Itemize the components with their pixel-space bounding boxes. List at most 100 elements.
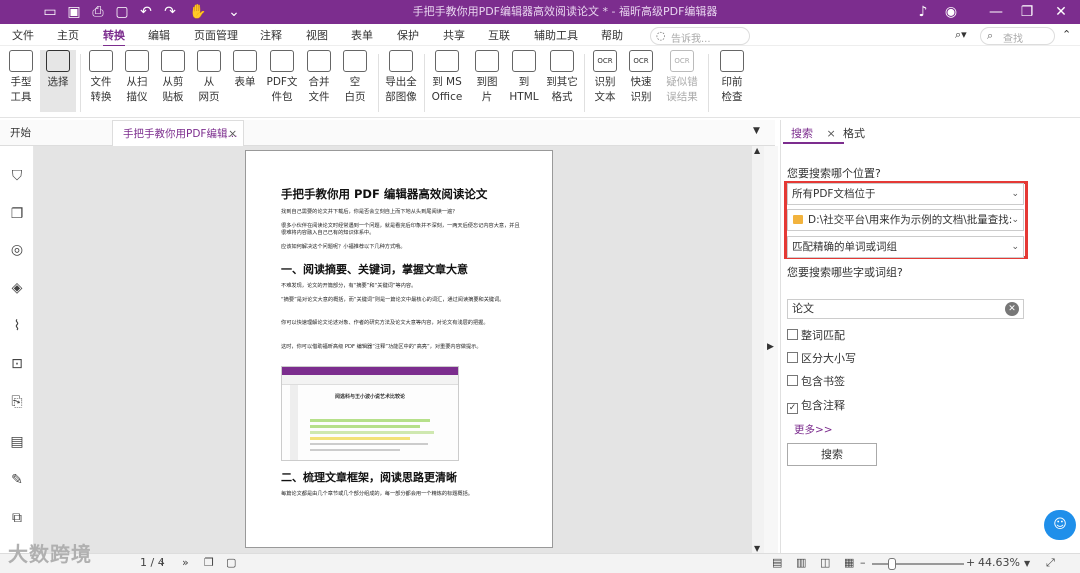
hand-tool-button[interactable]: 手型 工具 [4, 50, 38, 105]
page-insert-icon[interactable]: ▢ [226, 556, 236, 569]
find-input[interactable]: ⌕ 查找 [980, 27, 1055, 45]
continuous-view-icon[interactable]: ▥ [796, 556, 806, 569]
option-whole-word[interactable]: 整词匹配 [787, 327, 845, 343]
page-copy-icon[interactable]: ❐ [204, 556, 214, 569]
restore-icon[interactable]: ❐ [1016, 2, 1038, 22]
comments-icon[interactable]: ◎ [9, 242, 25, 258]
tell-me-search[interactable]: ◌ 告诉我... [650, 27, 750, 45]
pen-icon[interactable]: ✎ [9, 472, 25, 488]
menu-comment[interactable]: 注释 [260, 27, 282, 43]
option-include-bookmarks[interactable]: 包含书签 [787, 373, 845, 389]
customize-chevron-icon[interactable]: ⌄ [224, 3, 244, 21]
menu-file[interactable]: 文件 [12, 27, 34, 43]
account-icon[interactable]: ◉ [940, 2, 962, 22]
more-options-link[interactable]: 更多>> [794, 422, 833, 437]
redo-icon[interactable]: ↷ [160, 3, 180, 21]
undo-icon[interactable]: ↶ [136, 3, 156, 21]
zoom-level[interactable]: 44.63% [978, 556, 1020, 569]
menu-help[interactable]: 帮助 [601, 27, 623, 43]
hand-tool-quick-icon[interactable]: ✋ [188, 3, 208, 21]
zoom-in-icon[interactable]: + [966, 556, 975, 569]
menu-home[interactable]: 主页 [57, 27, 79, 43]
blank-page-button[interactable]: 空 白页 [338, 50, 372, 105]
signature-panel-icon[interactable]: ⎘ [9, 394, 25, 410]
facing-continuous-view-icon[interactable]: ▦ [844, 556, 854, 569]
tab-close-icon[interactable]: × [228, 121, 237, 147]
to-other-formats-label: 到其它 格式 [546, 76, 578, 103]
tab-list-chevron-icon[interactable]: ▼ [753, 126, 760, 136]
new-document-icon[interactable]: ▢ [112, 3, 132, 21]
checkbox[interactable] [787, 352, 798, 363]
chat-assistant-button[interactable]: ☺ [1044, 510, 1076, 540]
ribbon-collapse-icon[interactable]: ⌃ [1062, 28, 1071, 41]
menu-accessibility[interactable]: 辅助工具 [534, 27, 578, 43]
attachment-icon[interactable]: ⌇ [9, 318, 25, 334]
close-window-icon[interactable]: ✕ [1050, 2, 1072, 22]
export-images-button[interactable]: 导出全 部图像 [382, 50, 420, 105]
search-query-input[interactable]: 论文 ✕ [787, 299, 1024, 319]
facing-view-icon[interactable]: ◫ [820, 556, 830, 569]
checkbox[interactable] [787, 329, 798, 340]
from-clipboard-button[interactable]: 从剪 贴板 [156, 50, 190, 105]
notification-bell-icon[interactable]: ♪ [912, 2, 934, 22]
minimize-icon[interactable]: — [985, 2, 1007, 22]
menu-edit[interactable]: 编辑 [148, 27, 170, 43]
menu-convert[interactable]: 转换 [103, 27, 125, 47]
from-scanner-button[interactable]: 从扫 描仪 [120, 50, 154, 105]
pdf-portfolio-button[interactable]: PDF文 件包 [264, 50, 300, 105]
last-page-icon[interactable]: » [182, 556, 189, 569]
match-mode-dropdown[interactable]: 匹配精确的单词或词组 ⌄ [787, 236, 1024, 258]
scroll-up-icon[interactable]: ▲ [754, 146, 760, 155]
from-webpage-button[interactable]: 从 网页 [192, 50, 226, 105]
pages-icon[interactable]: ❐ [9, 206, 25, 222]
compare-icon[interactable]: ⧉ [9, 510, 25, 526]
to-html-button[interactable]: 到 HTML [506, 50, 542, 105]
merge-files-button[interactable]: 合并 文件 [302, 50, 336, 105]
open-folder-icon[interactable]: ▭ [40, 3, 60, 21]
next-page-icon[interactable]: › [160, 556, 164, 569]
menu-protect[interactable]: 保护 [397, 27, 419, 43]
find-options-icon[interactable]: ⌕▾ [955, 28, 967, 42]
menu-share[interactable]: 共享 [443, 27, 465, 43]
option-include-comments[interactable]: ✓ 包含注释 [787, 397, 845, 414]
print-icon[interactable]: ⎙ [88, 3, 108, 21]
tab-document[interactable]: 手把手教你用PDF编辑... × [112, 120, 244, 146]
security-lock-icon[interactable]: ⊡ [9, 356, 25, 372]
search-scope-dropdown[interactable]: 所有PDF文档位于 ⌄ [787, 183, 1024, 205]
clear-input-icon[interactable]: ✕ [1005, 302, 1019, 316]
search-button[interactable]: 搜索 [787, 443, 877, 466]
to-ms-office-button[interactable]: 到 MS Office [428, 50, 466, 105]
collapse-right-panel-icon[interactable]: ▶ [767, 342, 774, 352]
menu-view[interactable]: 视图 [306, 27, 328, 43]
layers-icon[interactable]: ◈ [9, 280, 25, 296]
tab-start[interactable]: 开始 [0, 120, 112, 146]
menu-page-management[interactable]: 页面管理 [194, 27, 238, 43]
fullscreen-icon[interactable]: ⤢ [1046, 556, 1055, 570]
form-button[interactable]: 表单 [228, 50, 262, 90]
save-icon[interactable]: ▣ [64, 3, 84, 21]
select-tool-button[interactable]: 选择 [40, 50, 76, 112]
tab-format[interactable]: 格式 [835, 124, 873, 144]
right-panel-toggle[interactable]: ▶ [764, 146, 778, 553]
zoom-slider-handle[interactable] [888, 558, 896, 570]
to-other-formats-button[interactable]: 到其它 格式 [544, 50, 580, 105]
to-image-button[interactable]: 到图 片 [470, 50, 504, 105]
option-match-case[interactable]: 区分大小写 [787, 350, 856, 366]
search-path-dropdown[interactable]: D:\社交平台\用来作为示例的文档\批量查找: ⌄ [787, 209, 1024, 231]
zoom-dropdown-icon[interactable]: ▼ [1024, 559, 1030, 568]
quick-recognize-button[interactable]: OCR 快速 识别 [624, 50, 658, 105]
checkbox-checked[interactable]: ✓ [787, 403, 798, 414]
single-page-view-icon[interactable]: ▤ [772, 556, 782, 569]
bookmark-icon[interactable]: ⛉ [9, 168, 25, 184]
preflight-button[interactable]: 印前 检查 [714, 50, 750, 105]
menu-form[interactable]: 表单 [351, 27, 373, 43]
document-properties-icon[interactable]: ▤ [9, 434, 25, 450]
checkbox[interactable] [787, 375, 798, 386]
file-convert-button[interactable]: 文件 转换 [84, 50, 118, 105]
vertical-scrollbar[interactable]: ▲ ▼ [752, 146, 764, 553]
menu-connect[interactable]: 互联 [488, 27, 510, 43]
zoom-out-icon[interactable]: – [860, 556, 866, 569]
zoom-slider[interactable] [872, 563, 964, 565]
scroll-down-icon[interactable]: ▼ [754, 544, 760, 553]
recognize-text-button[interactable]: OCR 识别 文本 [588, 50, 622, 105]
